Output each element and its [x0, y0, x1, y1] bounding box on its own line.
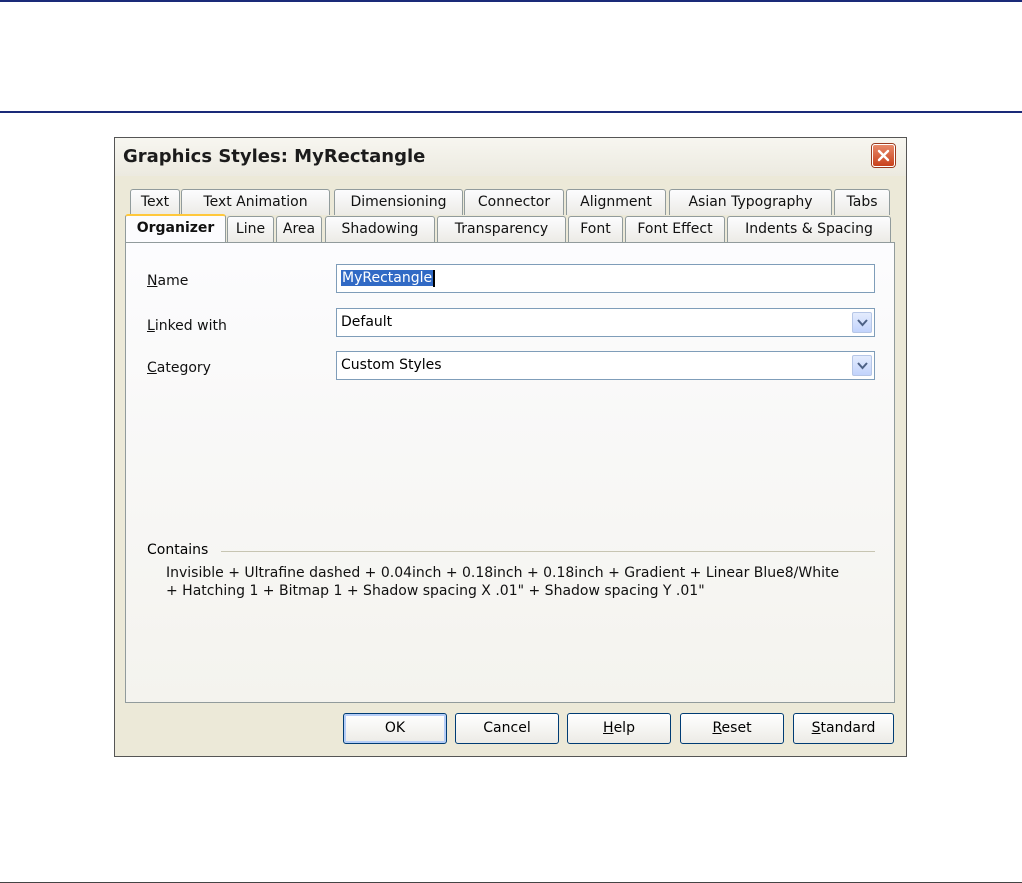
chevron-down-icon [857, 362, 868, 370]
tab-area[interactable]: Area [276, 216, 322, 242]
tab-font-effect[interactable]: Font Effect [625, 216, 725, 242]
chevron-down-icon [857, 319, 868, 327]
linked-with-select[interactable]: Default [336, 308, 875, 337]
linked-with-dropdown-button[interactable] [852, 312, 872, 333]
reset-button[interactable]: Reset [680, 713, 784, 744]
contains-line-1: Invisible + Ultrafine dashed + 0.04inch … [166, 565, 840, 581]
graphics-styles-dialog: Graphics Styles: MyRectangle Text Text A… [114, 137, 907, 757]
category-label: Category [147, 360, 211, 376]
tab-line[interactable]: Line [227, 216, 274, 242]
tab-organizer[interactable]: Organizer [125, 214, 226, 242]
tab-asian-typography[interactable]: Asian Typography [669, 189, 832, 215]
tab-text-animation[interactable]: Text Animation [181, 189, 330, 215]
tab-alignment[interactable]: Alignment [566, 189, 666, 215]
organizer-panel: Name MyRectangle Linked with Default Cat… [125, 242, 895, 703]
text-caret [433, 269, 436, 287]
tab-transparency[interactable]: Transparency [437, 216, 566, 242]
tab-indents-spacing[interactable]: Indents & Spacing [727, 216, 891, 242]
ok-button[interactable]: OK [343, 713, 447, 744]
name-input-value: MyRectangle [341, 270, 434, 286]
tab-dimensioning[interactable]: Dimensioning [334, 189, 463, 215]
contains-divider [221, 551, 875, 552]
dialog-title: Graphics Styles: MyRectangle [123, 146, 426, 167]
page-top-rule [0, 0, 1022, 2]
name-label: Name [147, 273, 189, 289]
linked-with-label: Linked with [147, 318, 227, 334]
help-button[interactable]: Help [567, 713, 671, 744]
tab-tabs[interactable]: Tabs [834, 189, 890, 215]
page-header-rule [0, 111, 1022, 113]
contains-label: Contains [147, 542, 209, 558]
standard-button[interactable]: Standard [793, 713, 894, 744]
tab-text[interactable]: Text [130, 189, 180, 215]
contains-description: Invisible + Ultrafine dashed + 0.04inch … [166, 564, 866, 600]
tab-shadowing[interactable]: Shadowing [325, 216, 435, 242]
category-select[interactable]: Custom Styles [336, 351, 875, 380]
dialog-titlebar[interactable]: Graphics Styles: MyRectangle [115, 138, 906, 176]
contains-line-2: + Hatching 1 + Bitmap 1 + Shadow spacing… [166, 583, 705, 599]
cancel-button[interactable]: Cancel [455, 713, 559, 744]
tab-connector[interactable]: Connector [464, 189, 564, 215]
close-button[interactable] [872, 144, 895, 167]
tab-font[interactable]: Font [568, 216, 623, 242]
category-value: Custom Styles [341, 357, 442, 373]
name-input[interactable]: MyRectangle [336, 264, 875, 293]
linked-with-value: Default [341, 314, 393, 330]
category-dropdown-button[interactable] [852, 355, 872, 376]
close-icon [877, 149, 890, 162]
